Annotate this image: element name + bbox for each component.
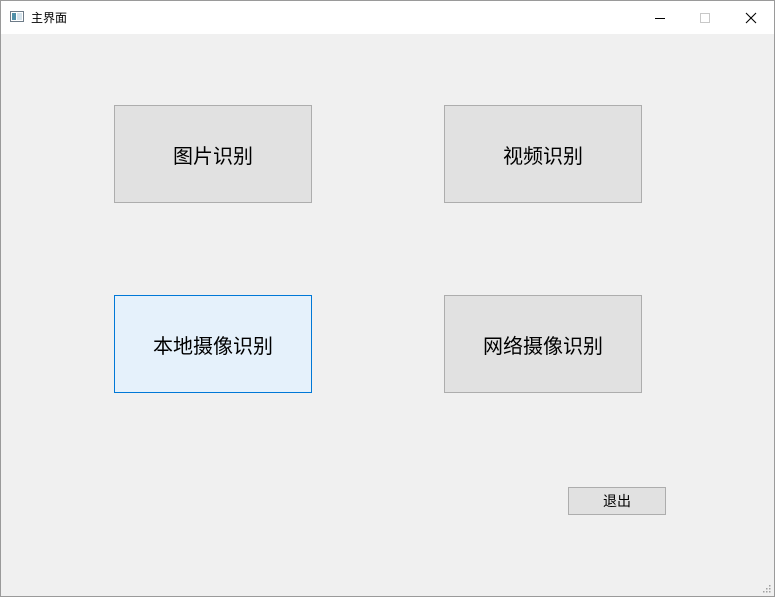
local-camera-recognition-button[interactable]: 本地摄像识别: [114, 295, 312, 393]
maximize-icon: [700, 13, 710, 23]
exit-button[interactable]: 退出: [568, 487, 666, 515]
close-button[interactable]: [728, 1, 774, 34]
maximize-button: [682, 1, 728, 34]
title-bar[interactable]: 主界面: [1, 1, 774, 34]
video-recognition-button[interactable]: 视频识别: [444, 105, 642, 203]
minimize-button[interactable]: [637, 1, 683, 34]
network-camera-recognition-button[interactable]: 网络摄像识别: [444, 295, 642, 393]
minimize-icon: [655, 18, 665, 19]
window-title: 主界面: [31, 11, 68, 25]
app-window-icon: [10, 11, 24, 22]
resize-grip-icon[interactable]: [762, 584, 772, 594]
main-window: 主界面 图片识别 视频识别 本地摄像识别 网络摄像识别 退出: [0, 0, 775, 597]
close-icon: [745, 12, 757, 24]
image-recognition-button[interactable]: 图片识别: [114, 105, 312, 203]
main-panel: 图片识别 视频识别 本地摄像识别 网络摄像识别 退出: [1, 34, 774, 596]
